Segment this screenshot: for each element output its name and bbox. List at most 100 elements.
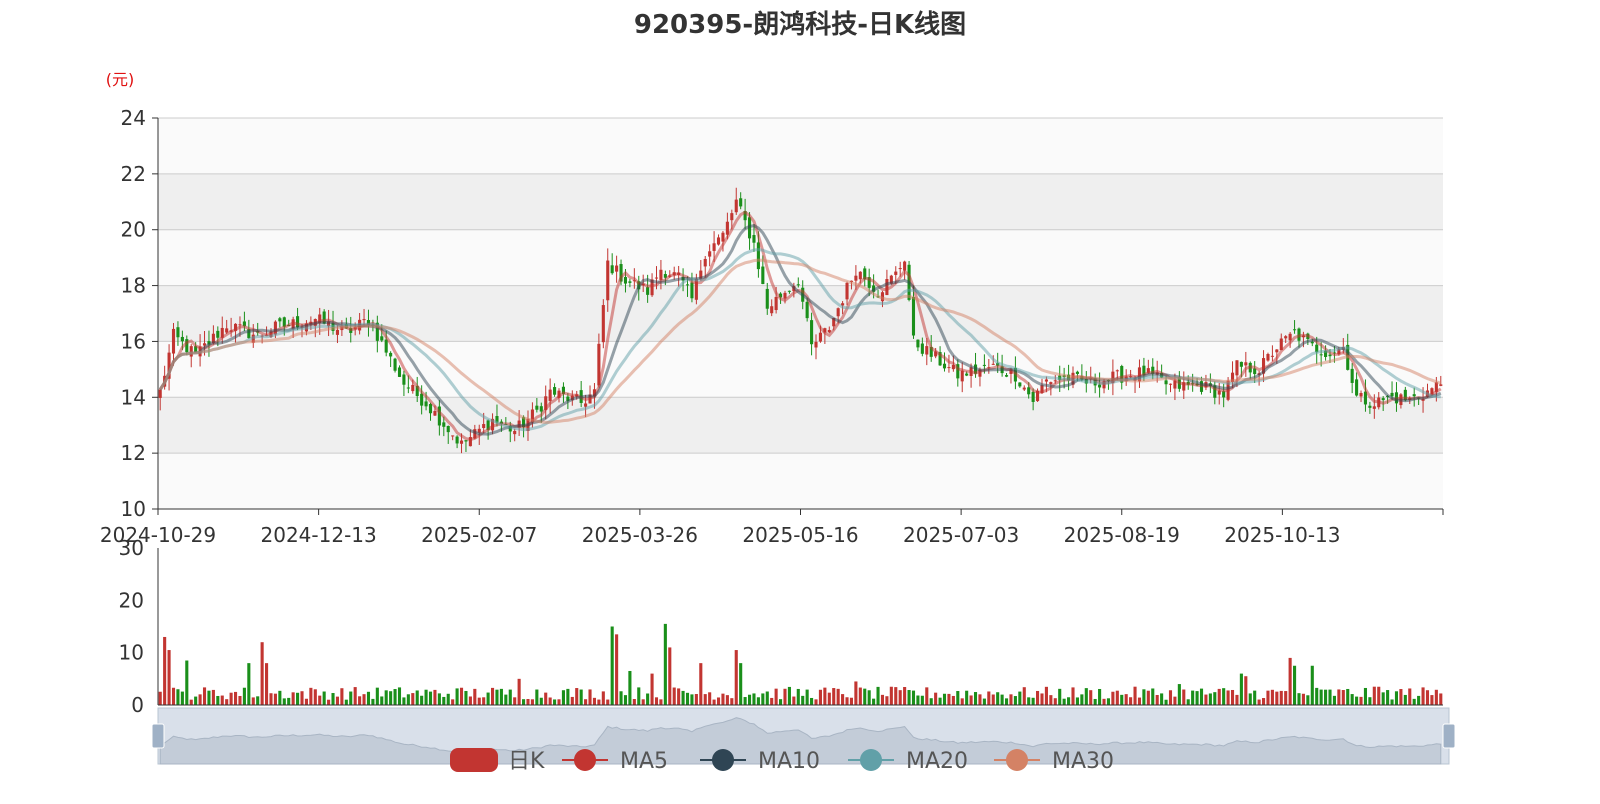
volume-bar <box>708 692 712 705</box>
volume-bar <box>1226 690 1230 705</box>
volume-bar <box>539 697 543 705</box>
candle-body <box>730 213 734 221</box>
volume-bar <box>335 696 340 705</box>
volume-bar <box>1049 695 1053 705</box>
volume-bar <box>1120 694 1124 705</box>
candle-body <box>535 405 539 410</box>
volume-bar <box>663 623 667 705</box>
volume-bar <box>406 694 410 705</box>
volume-tick-label: 20 <box>119 588 144 612</box>
volume-bar <box>783 688 787 705</box>
volume-bar <box>956 691 960 705</box>
volume-bar <box>646 693 650 705</box>
candle-body <box>216 330 220 338</box>
volume-bar <box>1332 695 1336 705</box>
candle-body <box>1275 349 1279 353</box>
volume-bar <box>1381 692 1385 705</box>
y-tick-label: 16 <box>121 329 146 353</box>
volume-bar <box>699 663 703 705</box>
candle-body <box>1235 360 1239 376</box>
volume-bar <box>238 695 242 705</box>
candle-body <box>765 288 769 309</box>
volume-bar <box>265 663 269 705</box>
volume-bar <box>991 694 995 705</box>
volume-bar <box>588 689 592 705</box>
volume-bar <box>1195 691 1199 705</box>
volume-bar <box>725 695 729 705</box>
candle-body <box>180 336 184 342</box>
volume-bar <box>694 694 698 705</box>
volume-bar <box>898 690 902 705</box>
volume-bar <box>606 699 610 705</box>
volume-bar <box>584 699 588 705</box>
volume-bar <box>1168 690 1173 705</box>
volume-bar <box>1257 699 1261 705</box>
volume-bar <box>260 642 264 705</box>
volume-bar <box>1173 696 1177 705</box>
volume-bar <box>464 690 468 705</box>
volume-bar <box>411 693 415 705</box>
volume-bar <box>690 694 694 705</box>
volume-bar <box>1080 694 1084 705</box>
volume-bar <box>907 690 911 705</box>
volume-tick-label: 0 <box>131 693 144 717</box>
volume-bar <box>207 690 211 705</box>
legend-label: 日K <box>508 749 545 774</box>
volume-bar <box>561 690 565 705</box>
candle-body <box>654 277 659 279</box>
volume-bar <box>1151 688 1155 705</box>
volume-bar <box>490 687 495 705</box>
volume-bar <box>442 696 446 705</box>
volume-bar <box>1204 694 1208 705</box>
volume-bar <box>526 699 530 705</box>
volume-bar <box>805 689 809 705</box>
candle-body <box>805 301 809 319</box>
volume-bar <box>1328 689 1332 705</box>
volume-bar <box>313 689 317 705</box>
x-tick-label: 2025-05-16 <box>742 523 858 547</box>
volume-bar <box>340 688 344 705</box>
volume-bar <box>1417 695 1421 705</box>
volume-bar <box>202 687 207 705</box>
slider-handle-left <box>151 723 165 749</box>
volume-bar <box>779 699 783 705</box>
volume-bar <box>198 694 202 705</box>
volume-bar <box>1217 688 1221 705</box>
candle-body <box>903 261 907 271</box>
volume-bar <box>867 690 871 705</box>
volume-bar <box>1177 684 1181 705</box>
candle-body <box>1018 382 1022 387</box>
volume-bar <box>380 696 384 705</box>
volume-bar <box>1284 691 1288 705</box>
volume-bar <box>437 693 441 705</box>
volume-bar <box>796 688 800 705</box>
volume-bar <box>1253 690 1257 705</box>
candle-body <box>1044 379 1048 382</box>
volume-bar <box>287 697 291 705</box>
volume-bar <box>1386 690 1390 705</box>
volume-bar <box>739 663 743 705</box>
volume-bar <box>1000 694 1004 705</box>
volume-bar <box>1301 693 1305 705</box>
candle-body <box>623 277 628 284</box>
legend-label: MA20 <box>906 749 968 774</box>
candle-body <box>916 339 920 348</box>
volume-bar <box>1115 690 1119 705</box>
volume-bar <box>810 697 814 705</box>
volume-bar <box>455 688 459 705</box>
volume-bar <box>575 688 579 705</box>
volume-bar <box>358 696 362 705</box>
grid-band <box>158 229 1443 286</box>
volume-bar <box>1208 693 1212 705</box>
volume-bar <box>610 626 614 705</box>
candle-body <box>278 318 282 322</box>
candle-body <box>783 292 787 299</box>
volume-bar <box>309 687 313 705</box>
candle-body <box>810 320 814 345</box>
candle-body <box>774 296 778 311</box>
candle-body <box>433 411 437 416</box>
volume-bar <box>920 695 924 705</box>
volume-bar <box>849 697 854 705</box>
grid-band <box>158 453 1443 509</box>
volume-bar <box>167 650 171 705</box>
